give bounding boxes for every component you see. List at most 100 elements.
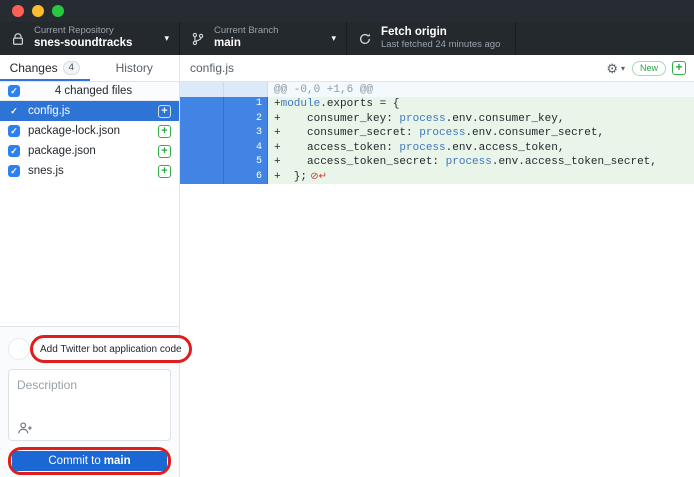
sidebar: Changes 4 History ✓ 4 changed files ✓ co… bbox=[0, 55, 180, 477]
github-desktop-window: Current Repository snes-soundtracks ▾ Cu… bbox=[0, 0, 694, 477]
diff-line-gutter[interactable]: 6 bbox=[180, 170, 268, 185]
line-number: 2 bbox=[224, 112, 268, 127]
description-input[interactable]: Description bbox=[8, 369, 171, 441]
description-placeholder: Description bbox=[17, 378, 77, 392]
file-checkbox[interactable]: ✓ bbox=[8, 165, 20, 177]
diff-header: config.js ⚙ ▾ New + bbox=[180, 55, 694, 82]
hunk-header-row: @@ -0,0 +1,6 @@ bbox=[180, 82, 694, 97]
check-icon: ✓ bbox=[10, 107, 18, 116]
tab-changes[interactable]: Changes 4 bbox=[0, 55, 90, 81]
line-number: 1 bbox=[224, 97, 268, 112]
diff-code-line[interactable]: 4 + access_token: process.env.access_tok… bbox=[180, 141, 694, 156]
hunk-gutter bbox=[180, 82, 268, 97]
line-number: 5 bbox=[224, 155, 268, 170]
chevron-down-icon: ▾ bbox=[621, 64, 625, 73]
gear-icon: ⚙ bbox=[606, 62, 618, 75]
summary-input[interactable]: Add Twitter bot application code bbox=[33, 344, 189, 355]
new-status-badge: New bbox=[632, 61, 666, 76]
summary-row: Add Twitter bot application code bbox=[8, 334, 171, 364]
diff-code-line[interactable]: 2 + consumer_key: process.env.consumer_k… bbox=[180, 112, 694, 127]
code-text: + consumer_key: process.env.consumer_key… bbox=[268, 112, 694, 127]
diff-code-line[interactable]: 3 + consumer_secret: process.env.consume… bbox=[180, 126, 694, 141]
code-text: +module.exports = { bbox=[268, 97, 694, 112]
zoom-button[interactable] bbox=[52, 5, 64, 17]
line-number: 3 bbox=[224, 126, 268, 141]
file-added-icon: + bbox=[158, 145, 171, 158]
toolbar: Current Repository snes-soundtracks ▾ Cu… bbox=[0, 22, 694, 55]
current-branch-button[interactable]: Current Branch main ▾ bbox=[180, 22, 347, 55]
file-checkbox[interactable]: ✓ bbox=[8, 125, 20, 137]
diff-file-title: config.js bbox=[190, 61, 606, 75]
file-row[interactable]: ✓ package.json + bbox=[0, 141, 179, 161]
check-icon: ✓ bbox=[10, 127, 18, 136]
tab-changes-label: Changes bbox=[10, 61, 58, 75]
avatar bbox=[8, 338, 30, 360]
diff-options-button[interactable]: ⚙ ▾ bbox=[606, 62, 625, 75]
branch-label: Current Branch bbox=[214, 26, 327, 37]
commit-button-branch: main bbox=[104, 455, 131, 467]
tab-history-label: History bbox=[116, 61, 153, 75]
check-icon: ✓ bbox=[10, 167, 18, 176]
changed-files-count: 4 changed files bbox=[28, 85, 159, 97]
branch-name: main bbox=[214, 37, 327, 50]
diff-line-gutter[interactable]: 4 bbox=[180, 141, 268, 156]
changes-count-badge: 4 bbox=[63, 61, 80, 75]
file-added-icon: + bbox=[158, 105, 171, 118]
diff-body: @@ -0,0 +1,6 @@ 1 +module.exports = { 2 … bbox=[180, 82, 694, 477]
repo-label: Current Repository bbox=[34, 26, 160, 37]
diff-code-line[interactable]: 5 + access_token_secret: process.env.acc… bbox=[180, 155, 694, 170]
sync-icon bbox=[357, 31, 373, 47]
file-row[interactable]: ✓ snes.js + bbox=[0, 161, 179, 181]
changed-files-header: ✓ 4 changed files bbox=[0, 82, 179, 101]
commit-button[interactable]: Commit to main bbox=[12, 451, 167, 471]
traffic-lights bbox=[12, 5, 64, 17]
code-text: + access_token_secret: process.env.acces… bbox=[268, 155, 694, 170]
repo-name: snes-soundtracks bbox=[34, 37, 160, 50]
line-number: 6 bbox=[224, 170, 268, 185]
file-row[interactable]: ✓ config.js + bbox=[0, 101, 179, 121]
diff-panel: config.js ⚙ ▾ New + @@ -0,0 +1,6 @@ 1 +m… bbox=[180, 55, 694, 477]
fetch-sublabel: Last fetched 24 minutes ago bbox=[381, 40, 505, 51]
diff-code-line[interactable]: 1 +module.exports = { bbox=[180, 97, 694, 112]
file-checkbox[interactable]: ✓ bbox=[8, 145, 20, 157]
chevron-down-icon: ▾ bbox=[164, 33, 169, 44]
file-checkbox[interactable]: ✓ bbox=[8, 105, 20, 117]
branch-icon bbox=[190, 31, 206, 47]
chevron-down-icon: ▾ bbox=[331, 33, 336, 44]
code-text: + access_token: process.env.access_token… bbox=[268, 141, 694, 156]
hunk-header: @@ -0,0 +1,6 @@ bbox=[268, 82, 694, 97]
annotation-summary-highlight: Add Twitter bot application code bbox=[30, 335, 192, 363]
line-number: 4 bbox=[224, 141, 268, 156]
file-added-icon: + bbox=[158, 125, 171, 138]
content: Changes 4 History ✓ 4 changed files ✓ co… bbox=[0, 55, 694, 477]
fetch-label: Fetch origin bbox=[381, 26, 505, 39]
added-file-icon: + bbox=[672, 61, 686, 75]
file-name: snes.js bbox=[28, 165, 158, 177]
diff-line-gutter[interactable]: 5 bbox=[180, 155, 268, 170]
current-repository-button[interactable]: Current Repository snes-soundtracks ▾ bbox=[0, 22, 180, 55]
code-text: + consumer_secret: process.env.consumer_… bbox=[268, 126, 694, 141]
fetch-origin-button[interactable]: Fetch origin Last fetched 24 minutes ago bbox=[347, 22, 516, 55]
select-all-checkbox[interactable]: ✓ bbox=[8, 85, 20, 97]
sidebar-tabs: Changes 4 History bbox=[0, 55, 179, 82]
file-row[interactable]: ✓ package-lock.json + bbox=[0, 121, 179, 141]
diff-line-gutter[interactable]: 2 bbox=[180, 112, 268, 127]
minimize-button[interactable] bbox=[32, 5, 44, 17]
file-name: config.js bbox=[28, 105, 158, 117]
titlebar bbox=[0, 0, 694, 22]
diff-code-line[interactable]: 6 + }; ⊘↵ bbox=[180, 170, 694, 185]
commit-button-label: Commit to bbox=[48, 455, 100, 467]
file-list-empty-area bbox=[0, 181, 179, 326]
close-button[interactable] bbox=[12, 5, 24, 17]
file-name: package.json bbox=[28, 145, 158, 157]
file-name: package-lock.json bbox=[28, 125, 158, 137]
diff-line-gutter[interactable]: 3 bbox=[180, 126, 268, 141]
annotation-commit-highlight: Commit to main bbox=[8, 447, 171, 475]
code-text: + }; ⊘↵ bbox=[268, 170, 694, 185]
commit-form: Add Twitter bot application code Descrip… bbox=[0, 326, 179, 477]
tab-history[interactable]: History bbox=[90, 55, 180, 81]
diff-line-gutter[interactable]: 1 bbox=[180, 97, 268, 112]
check-icon: ✓ bbox=[10, 147, 18, 156]
add-coauthor-button[interactable] bbox=[17, 421, 33, 435]
file-added-icon: + bbox=[158, 165, 171, 178]
